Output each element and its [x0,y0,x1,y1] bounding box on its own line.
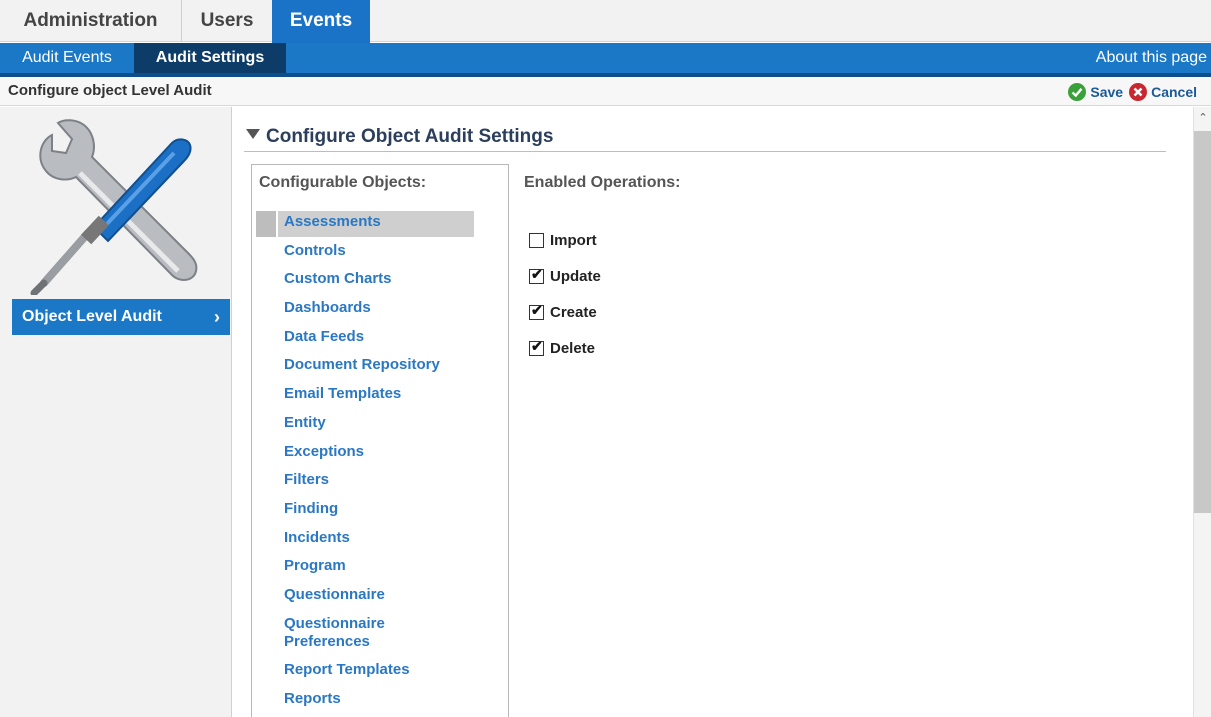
list-item-label: Questionnaire [284,585,385,603]
update-checkbox[interactable]: ✔ [529,265,544,284]
check-icon[interactable] [1068,83,1087,101]
tab-administration[interactable]: Administration [0,0,182,42]
list-item-label: Finding [284,499,339,517]
save-button[interactable]: Save [1090,84,1123,100]
configurable-objects-panel: Configurable Objects: Assessments Contro… [251,164,509,717]
operation-update: ✔ Update [529,258,601,294]
top-tab-bar: Administration Users Events [0,0,1211,44]
list-item[interactable]: Report Templates [252,661,508,679]
tab-audit-events[interactable]: Audit Events [0,43,134,73]
tab-users[interactable]: Users [183,0,271,42]
action-bar: Save Cancel [1068,82,1197,102]
list-item[interactable]: Email Templates [252,385,508,403]
create-checkbox[interactable]: ✔ [529,301,544,320]
tab-audit-settings[interactable]: Audit Settings [134,43,286,73]
operation-delete: ✔ Delete [529,330,601,366]
operation-import: Import [529,222,601,258]
section-title-text: Configure Object Audit Settings [266,126,554,147]
list-item-label: Incidents [284,528,350,546]
import-checkbox[interactable] [529,232,544,248]
page-header: Configure object Level Audit Save Cancel [0,78,1211,106]
list-item[interactable]: Incidents [252,529,508,547]
operation-label: Import [550,231,597,249]
list-item-label: Custom Charts [284,270,392,288]
scrollbar-thumb[interactable] [1194,131,1211,513]
list-item[interactable]: Exceptions [252,443,508,461]
list-item-label: Reports [284,690,341,707]
list-item[interactable]: Entity [252,414,508,432]
cancel-button[interactable]: Cancel [1151,84,1197,100]
list-item-label: Dashboards [284,299,371,317]
list-item[interactable]: Data Feeds [252,328,508,346]
checkmark-icon: ✔ [531,337,543,354]
operation-label: Update [550,267,601,285]
section-title[interactable]: Configure Object Audit Settings [246,126,553,148]
list-item[interactable]: Reports [252,690,508,708]
list-item[interactable]: Controls [252,242,508,260]
configurable-objects-label: Configurable Objects: [259,174,427,191]
enabled-operations-label: Enabled Operations: [524,174,681,191]
chevron-right-icon: › [214,307,220,327]
list-item-label: Questionnaire Preferences [284,614,385,650]
sub-tab-bar: Audit Events Audit Settings About this p… [0,43,1211,77]
operation-create: ✔ Create [529,294,601,330]
operation-label: Delete [550,339,596,357]
list-item[interactable]: Program [252,557,508,575]
page-title: Configure object Level Audit [8,82,212,99]
list-item-label: Exceptions [284,442,365,460]
list-item-label: Filters [284,471,330,489]
list-item-label: Email Templates [284,385,402,403]
tools-icon [30,119,198,295]
sidebar-item-label: Object Level Audit [22,308,162,325]
list-item[interactable]: Questionnaire [252,586,508,604]
list-item-label: Document Repository [284,356,440,374]
selection-marker [256,211,276,237]
operations-list: Import ✔ Update ✔ Create ✔ Delete [529,222,601,366]
list-item[interactable]: Dashboards [252,299,508,317]
list-item[interactable]: Finding [252,500,508,518]
checkmark-icon: ✔ [531,301,543,318]
about-this-page-link[interactable]: About this page [1096,43,1207,73]
delete-checkbox[interactable]: ✔ [529,337,544,356]
list-item-label: Program [284,557,346,575]
vertical-scrollbar[interactable]: ⌃ [1193,107,1211,717]
list-item-label: Controls [284,241,346,259]
operation-label: Create [550,303,597,321]
scroll-up-icon[interactable]: ⌃ [1194,107,1211,127]
list-item-label: Report Templates [284,661,410,679]
list-item[interactable]: Questionnaire Preferences [252,615,422,651]
tab-events[interactable]: Events [272,0,370,44]
sidebar-item-object-level-audit[interactable]: Object Level Audit › [12,299,230,335]
list-item[interactable]: Custom Charts [252,270,508,288]
list-item-label: Data Feeds [284,327,365,345]
object-list: Assessments Controls Custom Charts Dashb… [252,211,508,717]
close-icon[interactable] [1129,83,1148,101]
list-item-label: Assessments [284,213,381,230]
divider [244,151,1166,152]
list-item[interactable]: Filters [252,471,508,489]
checkmark-icon: ✔ [531,265,543,282]
list-item-label: Entity [284,413,326,431]
left-panel: Object Level Audit › [0,107,232,717]
collapse-triangle-icon[interactable] [246,129,260,139]
list-item-assessments[interactable]: Assessments [252,211,508,237]
list-item[interactable]: Document Repository [252,356,508,374]
